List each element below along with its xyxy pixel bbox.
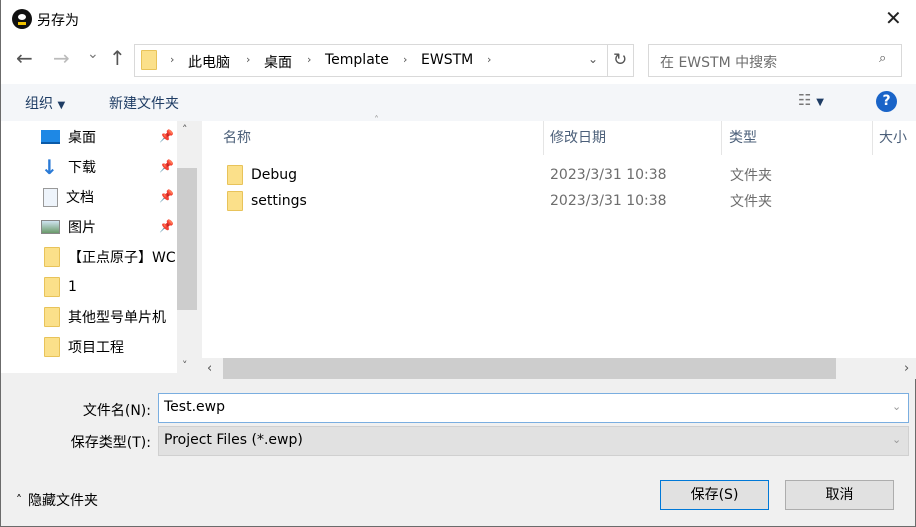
navigation-pane: 桌面 📌 ↓ 下载 📌 文档 📌 图片 📌 【正点原子】WC 1 其他型号单片机 … — [1, 121, 197, 379]
up-button[interactable]: ↑ — [109, 46, 126, 70]
cancel-button[interactable]: 取消 — [785, 480, 894, 510]
folder-icon — [141, 50, 157, 70]
pin-icon[interactable]: 📌 — [159, 159, 174, 173]
address-bar[interactable]: › 此电脑 › 桌面 › Template › EWSTM › ⌄ ↻ — [134, 44, 634, 77]
scrollbar-thumb[interactable] — [177, 168, 197, 310]
sidebar-item-folder[interactable]: 其他型号单片机 — [44, 304, 180, 330]
breadcrumb-this-pc[interactable]: 此电脑 — [188, 52, 230, 72]
toolbar: 组织 ▼ 新建文件夹 ☷ ▼ ? — [1, 84, 916, 121]
filename-label: 文件名(N): — [82, 403, 151, 419]
download-icon: ↓ — [41, 155, 58, 179]
address-dropdown-icon[interactable]: ⌄ — [588, 52, 598, 66]
navigation-bar: ← → ⌄ ↑ › 此电脑 › 桌面 › Template › EWSTM › … — [1, 38, 916, 84]
filetype-label: 保存类型(T): — [70, 435, 151, 451]
recent-locations-button[interactable]: ⌄ — [87, 46, 99, 62]
folder-icon — [44, 337, 60, 357]
chevron-up-icon: ˄ — [16, 493, 22, 507]
breadcrumb-desktop[interactable]: 桌面 — [264, 52, 292, 72]
sidebar-item-downloads[interactable]: ↓ 下载 — [41, 154, 177, 180]
search-icon: ⌕ — [879, 51, 887, 66]
new-folder-button[interactable]: 新建文件夹 — [109, 93, 179, 113]
sidebar-item-pictures[interactable]: 图片 — [41, 214, 177, 240]
pin-icon[interactable]: 📌 — [159, 189, 174, 203]
close-button[interactable]: ✕ — [885, 6, 902, 30]
search-box[interactable]: 在 EWSTM 中搜索 ⌕ — [648, 44, 902, 77]
forward-button[interactable]: → — [53, 46, 70, 70]
view-options-icon[interactable]: ☷ ▼ — [798, 91, 824, 109]
pin-icon[interactable]: 📌 — [159, 129, 174, 143]
sidebar-item-desktop[interactable]: 桌面 — [41, 124, 177, 150]
horizontal-scrollbar[interactable]: ‹ › — [202, 358, 916, 379]
save-button[interactable]: 保存(S) — [660, 480, 769, 510]
window-title: 另存为 — [37, 13, 79, 29]
desktop-icon — [41, 130, 60, 144]
title-bar: 另存为 ✕ — [1, 0, 916, 38]
pin-icon[interactable]: 📌 — [159, 219, 174, 233]
organize-menu[interactable]: 组织 ▼ — [25, 93, 65, 113]
search-input[interactable]: 在 EWSTM 中搜索 — [660, 52, 777, 72]
file-row[interactable]: Debug 2023/3/31 10:38 文件夹 — [222, 162, 912, 188]
filename-input[interactable]: Test.ewp ⌄ — [158, 393, 909, 423]
sidebar-scrollbar[interactable]: ˄ ˅ — [177, 121, 197, 379]
column-header-date[interactable]: 修改日期 — [550, 121, 606, 155]
column-header-size[interactable]: 大小 — [879, 121, 907, 155]
file-row[interactable]: settings 2023/3/31 10:38 文件夹 — [222, 188, 912, 214]
save-as-dialog: 另存为 ✕ ← → ⌄ ↑ › 此电脑 › 桌面 › Template › EW… — [0, 0, 916, 527]
scrollbar-thumb[interactable] — [223, 358, 836, 379]
breadcrumb-ewstm[interactable]: EWSTM — [421, 52, 473, 68]
sidebar-item-folder[interactable]: 【正点原子】WC — [44, 244, 180, 270]
app-icon — [12, 9, 32, 29]
folder-icon — [44, 247, 60, 267]
sidebar-item-documents[interactable]: 文档 — [41, 184, 177, 210]
sidebar-item-folder[interactable]: 1 — [44, 274, 180, 300]
file-list: ˄ 名称 修改日期 类型 大小 Debug 2023/3/31 10:38 文件夹 … — [202, 115, 916, 379]
folder-icon — [44, 277, 60, 297]
column-header-name[interactable]: 名称 — [223, 121, 251, 155]
filetype-select[interactable]: Project Files (*.ewp) ⌄ — [158, 426, 909, 456]
document-icon — [43, 187, 58, 207]
refresh-button[interactable]: ↻ — [613, 50, 627, 70]
folder-icon — [227, 165, 243, 185]
sort-indicator-icon: ˄ — [374, 115, 379, 126]
back-button[interactable]: ← — [16, 46, 33, 70]
pictures-icon — [41, 220, 60, 234]
help-icon[interactable]: ? — [876, 91, 897, 112]
breadcrumb-template[interactable]: Template — [325, 52, 389, 68]
folder-icon — [227, 191, 243, 211]
folder-icon — [44, 307, 60, 327]
column-header-type[interactable]: 类型 — [729, 121, 757, 155]
sidebar-item-folder[interactable]: 项目工程 — [44, 334, 180, 360]
hide-folders-toggle[interactable]: ˄ 隐藏文件夹 — [16, 490, 98, 510]
